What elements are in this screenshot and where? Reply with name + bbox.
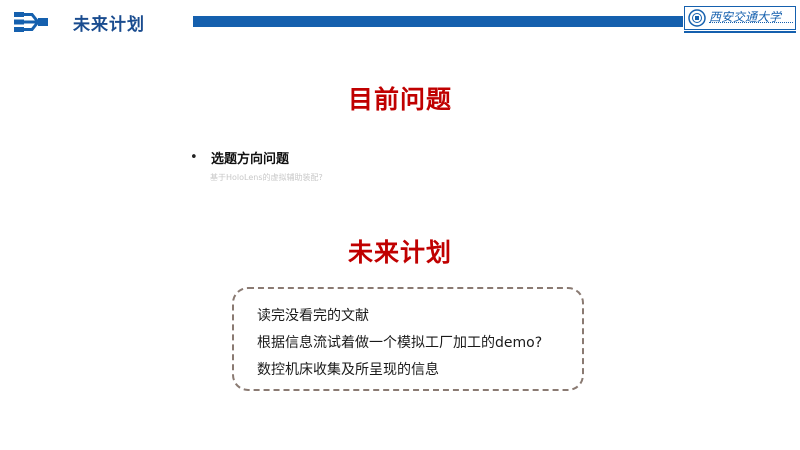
current-problems-heading: 目前问题 bbox=[347, 85, 452, 114]
slide-header: 未来计划 西安交通大学 bbox=[0, 0, 800, 40]
plan-item: 读完没看完的文献 bbox=[257, 308, 369, 324]
header-rule-bar bbox=[193, 16, 683, 27]
header-title: 未来计划 bbox=[73, 15, 145, 35]
university-subline bbox=[709, 22, 793, 26]
problem-note: 基于HoloLens的虚拟辅助装配? bbox=[210, 173, 323, 182]
university-logo-underline bbox=[684, 31, 796, 33]
university-seal-icon bbox=[688, 9, 706, 27]
university-logo: 西安交通大学 bbox=[684, 6, 796, 30]
problem-bullet-text: 选题方向问题 bbox=[211, 152, 290, 167]
branch-arrows-icon bbox=[14, 12, 48, 32]
plan-item: 数控机床收集及所呈现的信息 bbox=[257, 362, 439, 378]
future-plan-heading: 未来计划 bbox=[347, 238, 452, 267]
bullet-dot-icon: • bbox=[190, 150, 198, 165]
plan-item: 根据信息流试着做一个模拟工厂加工的demo? bbox=[257, 335, 543, 351]
